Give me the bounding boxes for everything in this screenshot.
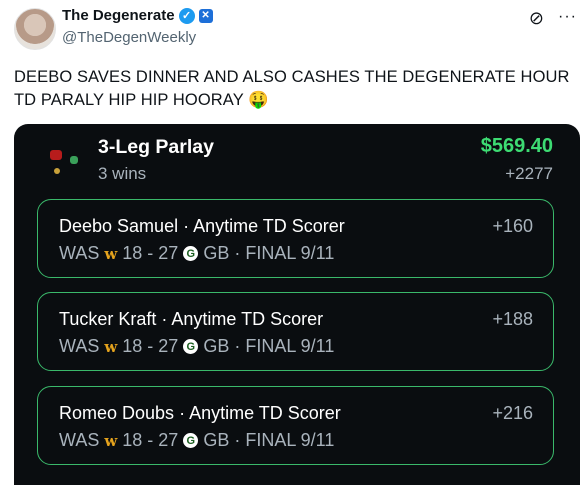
leg-away-team: WAS bbox=[59, 336, 100, 356]
parlay-leg[interactable]: Romeo Doubs · Anytime TD Scorer WAS w 18… bbox=[37, 386, 554, 465]
leg-status: FINAL 9/11 bbox=[245, 243, 335, 263]
leg-game: WAS w 18 - 27 G GB · FINAL 9/11 bbox=[59, 243, 335, 263]
leg-home-team: GB bbox=[203, 430, 230, 450]
team-logo-icon bbox=[50, 150, 62, 160]
affiliate-badge-icon[interactable]: ✕ bbox=[198, 8, 213, 23]
leg-game: WAS w 18 - 27 G GB · FINAL 9/11 bbox=[59, 336, 335, 356]
author-handle[interactable]: @TheDegenWeekly bbox=[62, 29, 196, 46]
grok-icon[interactable]: ⊘ bbox=[529, 8, 544, 29]
leg-title: Tucker Kraft · Anytime TD Scorer bbox=[59, 309, 324, 329]
parlay-wins: 3 wins bbox=[98, 164, 147, 183]
leg-home-team: GB bbox=[203, 243, 230, 263]
team-logos bbox=[42, 144, 86, 188]
packers-logo-icon: G bbox=[183, 433, 199, 448]
tweet-actions: ⊘ ··· bbox=[529, 8, 577, 29]
leg-score: 18 - 27 bbox=[122, 336, 179, 356]
avatar[interactable] bbox=[14, 8, 56, 50]
leg-title: Romeo Doubs · Anytime TD Scorer bbox=[59, 403, 341, 423]
leg-odds: +216 bbox=[492, 403, 533, 423]
parlay-payout: $569.40 bbox=[480, 135, 553, 157]
parlay-leg[interactable]: Tucker Kraft · Anytime TD Scorer WAS w 1… bbox=[37, 292, 554, 371]
team-logo-icon bbox=[70, 156, 78, 164]
author-row: The Degenerate ✓ ✕ bbox=[62, 7, 213, 24]
parlay-odds: +2277 bbox=[505, 164, 553, 183]
leg-away-team: WAS bbox=[59, 243, 100, 263]
commanders-logo-icon: w bbox=[104, 431, 118, 450]
leg-market: Anytime TD Scorer bbox=[189, 403, 341, 423]
leg-score: 18 - 27 bbox=[122, 430, 179, 450]
parlay-card[interactable]: 3-Leg Parlay 3 wins $569.40 +2277 Deebo … bbox=[14, 124, 580, 485]
commanders-logo-icon: w bbox=[104, 244, 118, 263]
packers-logo-icon: G bbox=[183, 339, 199, 354]
parlay-leg[interactable]: Deebo Samuel · Anytime TD Scorer WAS w 1… bbox=[37, 199, 554, 278]
leg-player: Tucker Kraft bbox=[59, 309, 157, 329]
leg-player: Romeo Doubs bbox=[59, 403, 175, 423]
leg-status: FINAL 9/11 bbox=[245, 336, 335, 356]
leg-home-team: GB bbox=[203, 336, 230, 356]
leg-player: Deebo Samuel bbox=[59, 216, 179, 236]
tweet-text: DEEBO SAVES DINNER AND ALSO CASHES THE D… bbox=[14, 68, 570, 109]
leg-title: Deebo Samuel · Anytime TD Scorer bbox=[59, 216, 345, 236]
leg-game: WAS w 18 - 27 G GB · FINAL 9/11 bbox=[59, 430, 335, 450]
leg-odds: +188 bbox=[492, 309, 533, 329]
leg-odds: +160 bbox=[492, 216, 533, 236]
author-name[interactable]: The Degenerate bbox=[62, 7, 175, 24]
team-logo-icon bbox=[54, 168, 60, 174]
leg-market: Anytime TD Scorer bbox=[171, 309, 324, 329]
leg-status: FINAL 9/11 bbox=[245, 430, 335, 450]
leg-score: 18 - 27 bbox=[122, 243, 179, 263]
leg-market: Anytime TD Scorer bbox=[193, 216, 345, 236]
parlay-title: 3-Leg Parlay bbox=[98, 136, 214, 158]
commanders-logo-icon: w bbox=[104, 337, 118, 356]
verified-badge-icon: ✓ bbox=[178, 7, 195, 24]
leg-away-team: WAS bbox=[59, 430, 100, 450]
packers-logo-icon: G bbox=[183, 246, 199, 261]
more-icon[interactable]: ··· bbox=[558, 8, 577, 29]
